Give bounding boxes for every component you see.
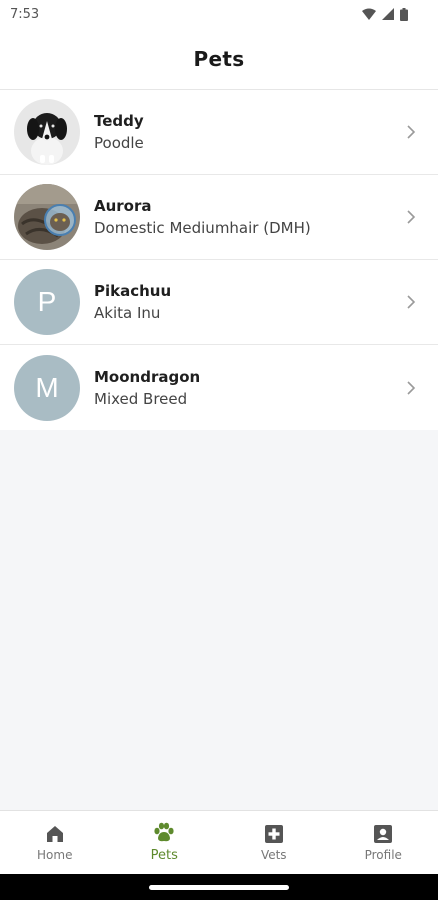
pet-name: Teddy (94, 112, 144, 130)
status-bar: 7:53 (0, 0, 438, 28)
nav-vets[interactable]: Vets (219, 811, 329, 874)
page-title: Pets (193, 46, 245, 71)
home-gesture-handle[interactable] (149, 884, 289, 890)
pet-info: Moondragon Mixed Breed (94, 368, 404, 408)
pet-info: Pikachuu Akita Inu (94, 282, 404, 322)
pet-info: Aurora Domestic Mediumhair (DMH) (94, 197, 404, 237)
chevron-right-icon (407, 125, 416, 139)
pet-avatar-letter: M (14, 354, 80, 421)
status-time: 7:53 (10, 6, 40, 22)
nav-label: Profile (364, 847, 402, 862)
cell-signal-icon (382, 8, 394, 20)
nav-profile[interactable]: Profile (329, 811, 438, 874)
nav-label: Pets (150, 848, 178, 863)
status-icons (362, 7, 408, 21)
pet-row-teddy[interactable]: Teddy Poodle (0, 90, 438, 175)
pet-list: Teddy Poodle Aurora Domestic Mediumhair … (0, 90, 438, 430)
chevron-right-icon (407, 210, 416, 224)
wifi-icon (362, 8, 376, 20)
pet-info: Teddy Poodle (94, 112, 404, 152)
battery-icon (400, 7, 408, 21)
cat-photo-icon (14, 184, 80, 250)
medical-cross-icon (264, 824, 283, 843)
paw-icon (154, 822, 174, 842)
nav-pets[interactable]: Pets (110, 811, 220, 874)
pet-row-aurora[interactable]: Aurora Domestic Mediumhair (DMH) (0, 175, 438, 260)
pet-name: Pikachuu (94, 282, 172, 300)
pet-breed: Akita Inu (94, 304, 161, 322)
pet-row-moondragon[interactable]: M Moondragon Mixed Breed (0, 345, 438, 430)
pet-avatar-photo (14, 184, 80, 250)
pet-name: Moondragon (94, 367, 201, 386)
nav-home[interactable]: Home (0, 811, 110, 874)
gesture-bar (0, 874, 438, 900)
pet-breed: Mixed Breed (94, 389, 188, 408)
profile-icon (374, 824, 393, 843)
chevron-right-icon (407, 295, 416, 309)
pet-breed: Poodle (94, 134, 144, 152)
pet-avatar-letter: P (14, 269, 80, 335)
nav-label: Vets (260, 847, 287, 862)
pet-breed: Domestic Mediumhair (DMH) (94, 219, 311, 237)
pet-avatar-photo (14, 99, 80, 165)
nav-label: Home (37, 847, 73, 862)
bottom-nav: Home Pets Vets Profile (0, 810, 438, 874)
home-icon (46, 825, 63, 842)
pet-name: Aurora (94, 197, 152, 215)
chevron-right-icon (407, 380, 416, 395)
pet-row-pikachuu[interactable]: P Pikachuu Akita Inu (0, 260, 438, 345)
app-header: Pets (0, 28, 438, 90)
dog-photo-icon (14, 99, 80, 165)
